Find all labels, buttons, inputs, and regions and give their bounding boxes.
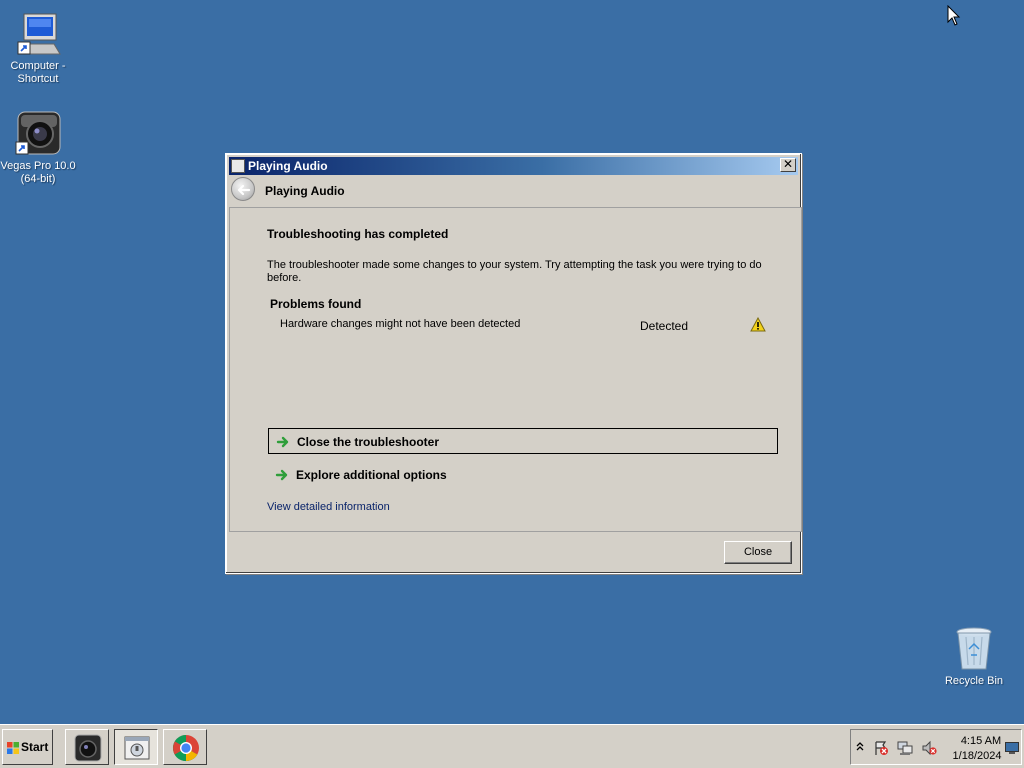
troubleshooter-dialog: Playing Audio ✕ Playing Audio Troublesho…	[225, 153, 802, 574]
green-arrow-icon	[275, 468, 289, 485]
desktop-icon-label: Vegas Pro 10.0 (64-bit)	[0, 160, 76, 185]
problems-found-heading: Problems found	[270, 297, 362, 311]
problem-name: Hardware changes might not have been det…	[280, 318, 521, 330]
option-label: Explore additional options	[296, 468, 447, 482]
option-label: Close the troubleshooter	[297, 435, 440, 449]
problem-status: Detected	[640, 319, 689, 333]
system-tray: 4:15 AM 1/18/2024	[850, 729, 1022, 765]
nav-bar: Playing Audio	[229, 176, 798, 206]
clock-date[interactable]: 1/18/2024	[947, 750, 1007, 762]
desktop-icon-label: Recycle Bin	[944, 675, 1004, 687]
start-label: Start	[21, 740, 49, 754]
windows-flag-icon	[6, 741, 20, 758]
window-title: Playing Audio	[248, 159, 328, 173]
page-heading: Troubleshooting has completed	[267, 227, 449, 241]
action-center-icon[interactable]	[873, 740, 889, 759]
mouse-cursor-icon	[947, 4, 961, 27]
description-text: The troubleshooter made some changes to …	[267, 259, 762, 284]
back-arrow-icon	[237, 184, 251, 196]
network-icon[interactable]	[897, 740, 913, 759]
recycle-bin-icon	[950, 625, 998, 673]
view-detailed-info-link[interactable]: View detailed information	[267, 501, 390, 513]
close-troubleshooter-option[interactable]: Close the troubleshooter	[268, 428, 778, 454]
troubleshooter-icon	[123, 734, 151, 765]
desktop-icon-computer[interactable]: Computer - Shortcut	[0, 10, 76, 86]
warning-icon	[750, 316, 766, 335]
taskbar-troubleshooter[interactable]	[114, 729, 158, 765]
problem-row: Hardware changes might not have been det…	[280, 316, 770, 335]
nav-title: Playing Audio	[265, 184, 345, 198]
close-button[interactable]: Close	[724, 541, 792, 564]
chevron-up-icon[interactable]	[856, 740, 864, 755]
desktop-icon-label: Computer - Shortcut	[10, 60, 66, 85]
computer-icon	[14, 10, 62, 58]
clock-time[interactable]: 4:15 AM	[951, 735, 1011, 747]
desktop-icon-vegas-pro[interactable]: Vegas Pro 10.0 (64-bit)	[0, 110, 76, 186]
title-close-button[interactable]: ✕	[780, 158, 796, 172]
taskbar: Start 4:15 AM 1/18/2024	[0, 724, 1024, 768]
troubleshooter-window-icon	[231, 159, 245, 173]
volume-muted-icon[interactable]	[921, 740, 937, 759]
taskbar-chrome[interactable]	[163, 729, 207, 765]
start-button[interactable]: Start	[2, 729, 53, 765]
green-arrow-icon	[276, 435, 290, 452]
taskbar-vegas-pro[interactable]	[65, 729, 109, 765]
back-button[interactable]	[231, 177, 255, 201]
vegas-pro-icon	[14, 110, 62, 158]
content-panel: Troubleshooting has completed The troubl…	[229, 207, 802, 532]
vegas-pro-icon	[74, 734, 102, 765]
chrome-icon	[172, 734, 200, 765]
title-bar[interactable]: Playing Audio ✕	[229, 157, 798, 175]
explore-options-option[interactable]: Explore additional options	[268, 462, 778, 488]
desktop-icon-recycle-bin[interactable]: Recycle Bin	[936, 625, 1012, 688]
show-desktop-icon[interactable]	[1005, 742, 1019, 757]
